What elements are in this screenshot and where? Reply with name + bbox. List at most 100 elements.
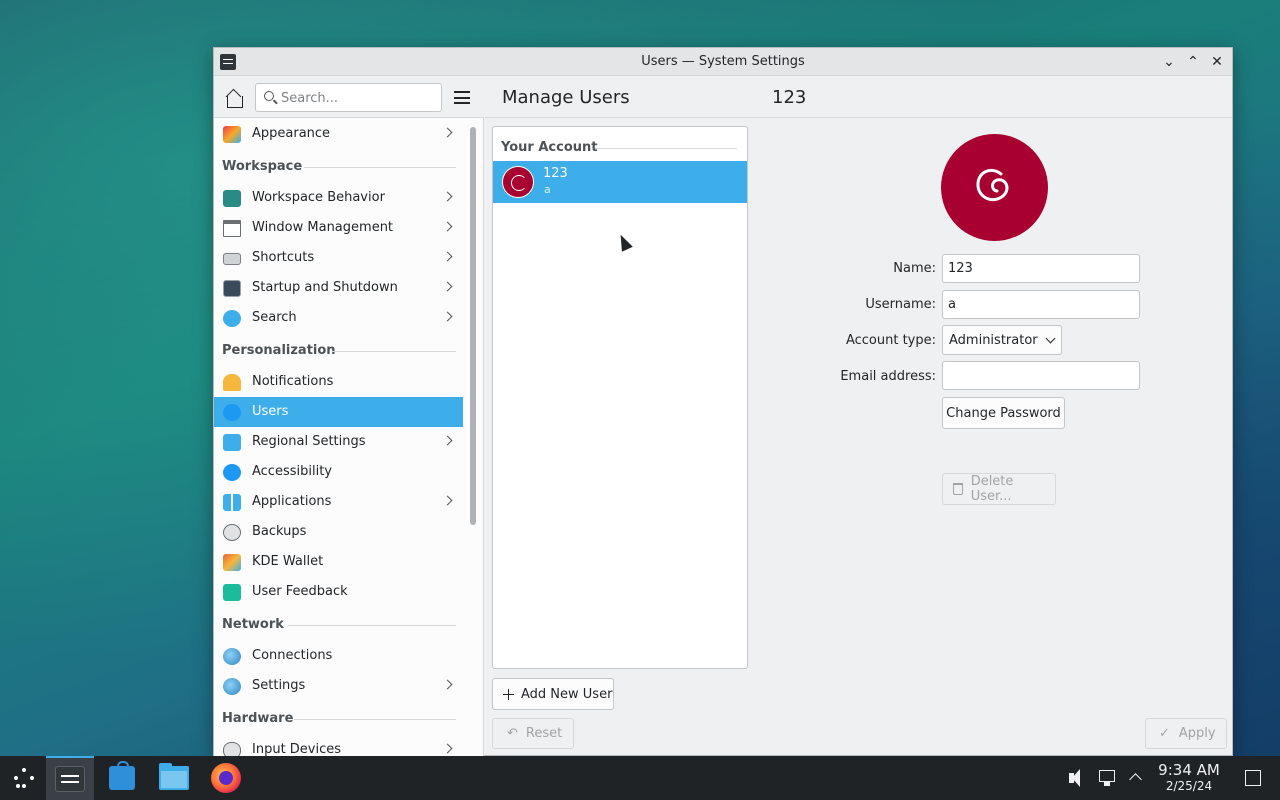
globe-icon — [223, 678, 241, 695]
accessibility-icon — [223, 464, 241, 481]
close-button[interactable]: ✕ — [1208, 52, 1226, 72]
user-list-item[interactable]: 123 a — [493, 161, 747, 203]
startup-shutdown-icon — [223, 280, 241, 297]
category-divider — [304, 167, 456, 168]
sidebar-item-label: Applications — [252, 494, 332, 509]
sidebar-item-kde-wallet[interactable]: KDE Wallet — [214, 547, 463, 577]
chevron-down-icon — [1045, 333, 1056, 344]
sidebar-item-input-devices[interactable]: Input Devices — [214, 735, 463, 757]
search-icon — [264, 91, 274, 101]
chevron-right-icon — [442, 435, 453, 446]
sidebar-item-label: Input Devices — [252, 742, 342, 757]
search-input[interactable] — [281, 88, 436, 108]
sidebar-item-workspace-behavior[interactable]: Workspace Behavior — [214, 183, 463, 213]
name-label: Name: — [893, 261, 936, 276]
window-titlebar[interactable]: Users — System Settings ⌄ ⌃ ✕ — [214, 48, 1232, 76]
sidebar-item-appearance[interactable]: Appearance — [214, 119, 463, 149]
system-settings-app-icon[interactable] — [220, 54, 236, 70]
chevron-right-icon — [442, 281, 453, 292]
sidebar-item-label: Accessibility — [252, 464, 332, 479]
discover-icon — [109, 761, 135, 790]
category-workspace: Workspace — [222, 159, 303, 174]
email-field[interactable] — [942, 361, 1140, 390]
sidebar-item-label: Search — [252, 310, 297, 325]
backups-icon — [223, 524, 241, 541]
change-password-button[interactable]: Change Password — [942, 397, 1065, 429]
search-settings-icon — [223, 310, 241, 327]
sidebar-item-connections[interactable]: Connections — [214, 641, 463, 671]
globe-icon — [223, 648, 241, 665]
button-label: Delete User... — [970, 474, 1014, 504]
add-new-user-button[interactable]: Add New User — [492, 678, 614, 710]
application-launcher-button[interactable] — [0, 756, 48, 800]
sidebar-item-startup-shutdown[interactable]: Startup and Shutdown — [214, 273, 463, 303]
category-personalization: Personalization — [222, 343, 336, 358]
home-icon[interactable] — [224, 89, 244, 109]
show-hidden-icons-icon[interactable] — [1126, 756, 1144, 800]
taskbar-file-manager[interactable] — [150, 756, 198, 800]
sidebar-item-label: KDE Wallet — [252, 554, 324, 569]
apply-button[interactable]: ✓ Apply — [1145, 718, 1227, 749]
username-field[interactable] — [942, 290, 1140, 319]
sidebar-scrollbar[interactable] — [470, 127, 476, 525]
name-field[interactable] — [942, 254, 1140, 283]
email-input[interactable] — [943, 362, 1139, 389]
user-login-name: a — [544, 183, 551, 196]
sidebar-item-applications[interactable]: Applications — [214, 487, 463, 517]
trash-icon — [953, 483, 963, 495]
hamburger-menu-icon[interactable] — [454, 91, 470, 104]
account-type-select[interactable]: Administrator — [942, 325, 1062, 355]
minimize-button[interactable]: ⌄ — [1160, 52, 1178, 72]
file-manager-icon — [159, 763, 189, 790]
clock-time: 9:34 AM — [1158, 761, 1220, 779]
sidebar-item-label: Connections — [252, 648, 333, 663]
sidebar-item-label: Regional Settings — [252, 434, 366, 449]
category-network: Network — [222, 617, 284, 632]
name-input[interactable] — [943, 255, 1139, 282]
volume-muted-icon[interactable] — [1066, 756, 1086, 800]
username-input[interactable] — [943, 291, 1139, 318]
chevron-right-icon — [442, 191, 453, 202]
debian-swirl-icon — [976, 169, 1009, 202]
sidebar-item-network-settings[interactable]: Settings — [214, 671, 463, 701]
section-divider — [595, 148, 737, 149]
taskbar-firefox[interactable] — [202, 756, 250, 800]
maximize-button[interactable]: ⌃ — [1184, 52, 1202, 72]
sidebar-item-label: Notifications — [252, 374, 334, 389]
sidebar-item-accessibility[interactable]: Accessibility — [214, 457, 463, 487]
sidebar-item-search[interactable]: Search — [214, 303, 463, 333]
page-title: Manage Users — [502, 87, 630, 108]
application-launcher-icon — [12, 766, 36, 790]
bell-icon — [223, 374, 241, 391]
users-icon — [223, 404, 241, 421]
sidebar-item-notifications[interactable]: Notifications — [214, 367, 463, 397]
search-field[interactable] — [255, 83, 442, 112]
chevron-right-icon — [442, 743, 453, 754]
digital-clock[interactable]: 9:34 AM 2/25/24 — [1150, 761, 1228, 793]
chevron-right-icon — [442, 679, 453, 690]
delete-user-button[interactable]: Delete User... — [942, 473, 1056, 505]
undo-icon: ↶ — [507, 726, 518, 741]
sidebar-item-backups[interactable]: Backups — [214, 517, 463, 547]
category-divider — [294, 719, 456, 720]
category-divider — [332, 351, 456, 352]
button-label: Add New User — [521, 686, 613, 702]
taskbar-system-settings[interactable] — [46, 756, 94, 800]
sidebar-item-users[interactable]: Users — [214, 397, 463, 427]
sidebar-item-user-feedback[interactable]: User Feedback — [214, 577, 463, 607]
user-feedback-icon — [223, 584, 241, 601]
button-label: Change Password — [946, 405, 1061, 421]
show-desktop-icon[interactable] — [1245, 770, 1261, 786]
sidebar-item-window-management[interactable]: Window Management — [214, 213, 463, 243]
wallet-icon — [223, 554, 241, 571]
sidebar-item-label: Workspace Behavior — [252, 190, 385, 205]
sidebar-item-regional-settings[interactable]: Regional Settings — [214, 427, 463, 457]
system-settings-icon — [55, 766, 85, 792]
sidebar-item-shortcuts[interactable]: Shortcuts — [214, 243, 463, 273]
taskbar-discover[interactable] — [98, 756, 146, 800]
sidebar-item-label: Window Management — [252, 220, 394, 235]
reset-button[interactable]: ↶ Reset — [492, 718, 574, 749]
checkmark-icon: ✓ — [1159, 726, 1170, 741]
network-icon[interactable] — [1097, 756, 1117, 800]
user-avatar[interactable] — [941, 134, 1048, 241]
